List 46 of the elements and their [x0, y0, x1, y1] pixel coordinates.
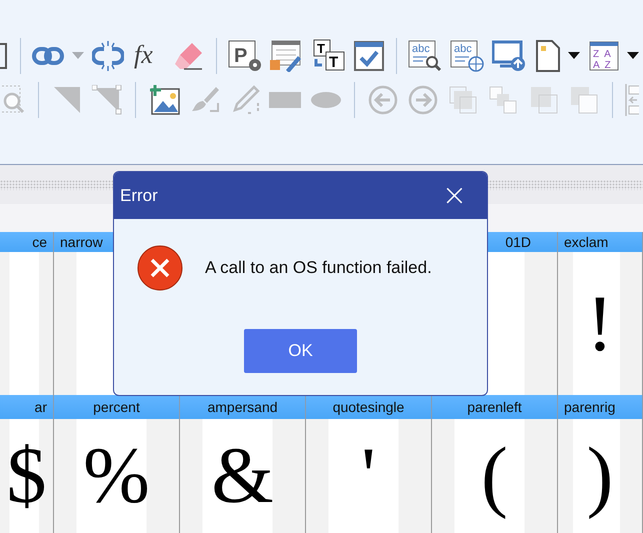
align-icon — [625, 84, 640, 116]
pencil-icon — [230, 85, 260, 115]
caret-icon — [568, 52, 580, 60]
rectangle-icon — [269, 90, 302, 110]
monitor-upload-icon — [492, 40, 526, 72]
close-button[interactable]: × — [436, 180, 473, 210]
broken-link-icon — [92, 40, 124, 72]
layers-icon — [449, 86, 478, 114]
page-icon — [536, 40, 560, 72]
zoom-box-icon — [0, 84, 26, 116]
glyph-header: parenleft — [432, 395, 558, 419]
link-icon — [32, 46, 64, 66]
toolbar-button[interactable] — [148, 82, 181, 118]
error-message: A call to an OS function failed. — [205, 258, 432, 278]
glyph-preview: $ — [6, 436, 46, 516]
glyph-preview: ! — [586, 284, 614, 364]
right-arrow-circle-icon — [408, 85, 438, 115]
glyph-preview: % — [83, 436, 150, 516]
error-icon — [137, 245, 183, 291]
caret-icon — [72, 52, 84, 60]
layers-icon — [530, 86, 558, 114]
ellipse-icon — [310, 90, 342, 110]
dialog-title: Error — [120, 186, 158, 206]
triangle-handles-icon — [92, 85, 122, 115]
glyph-header: ampersand — [180, 395, 306, 419]
brush-icon — [190, 85, 220, 115]
layers-icon — [570, 86, 598, 114]
glyph-preview: & — [211, 436, 274, 516]
caret-icon — [627, 52, 640, 60]
layers-icon — [489, 86, 518, 114]
triangle-icon — [53, 86, 82, 114]
glyph-header: exclam — [558, 232, 643, 252]
toolbar-button[interactable]: T T — [312, 38, 346, 74]
left-arrow-circle-icon — [368, 85, 398, 115]
glyph-header: parenrig — [558, 395, 643, 419]
glyph-header: percent — [54, 395, 180, 419]
glyph-header: ce — [0, 232, 54, 252]
glyph-header: quotesingle — [306, 395, 432, 419]
toolbar-button[interactable] — [536, 38, 560, 74]
ok-button[interactable]: OK — [244, 329, 357, 373]
eraser-icon — [174, 41, 204, 71]
glyph-header: ar — [0, 395, 54, 419]
frame-icon — [0, 42, 8, 70]
checkbox-window-icon — [354, 41, 384, 71]
glyph-preview: ' — [361, 436, 376, 516]
image-insert-icon — [148, 85, 181, 115]
